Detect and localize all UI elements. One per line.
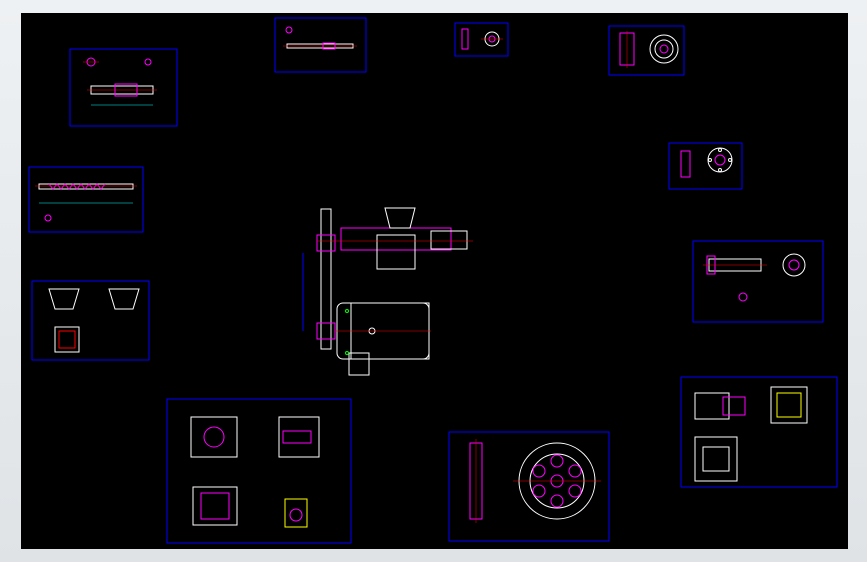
cad-drawing-canvas[interactable]	[21, 13, 848, 549]
sheet-long-shaft[interactable]	[274, 17, 367, 73]
sheet-bearing-cap[interactable]	[668, 142, 743, 190]
main-assembly[interactable]	[302, 207, 473, 376]
cad-drawing-svg	[28, 17, 838, 544]
sheet-pulley[interactable]	[448, 431, 610, 542]
sheet-gearbox-housing[interactable]	[166, 398, 352, 544]
sheet-housing-block[interactable]	[680, 376, 838, 488]
sheet-sleeve-shaft[interactable]	[692, 240, 824, 323]
sheet-hopper[interactable]	[31, 280, 150, 361]
sheet-flange-disc[interactable]	[608, 25, 685, 76]
sheet-bushing[interactable]	[454, 22, 509, 57]
sheet-screw-shaft[interactable]	[28, 166, 144, 233]
sheet-shaft-assembly[interactable]	[69, 48, 178, 127]
cad-viewer-background	[0, 0, 867, 562]
